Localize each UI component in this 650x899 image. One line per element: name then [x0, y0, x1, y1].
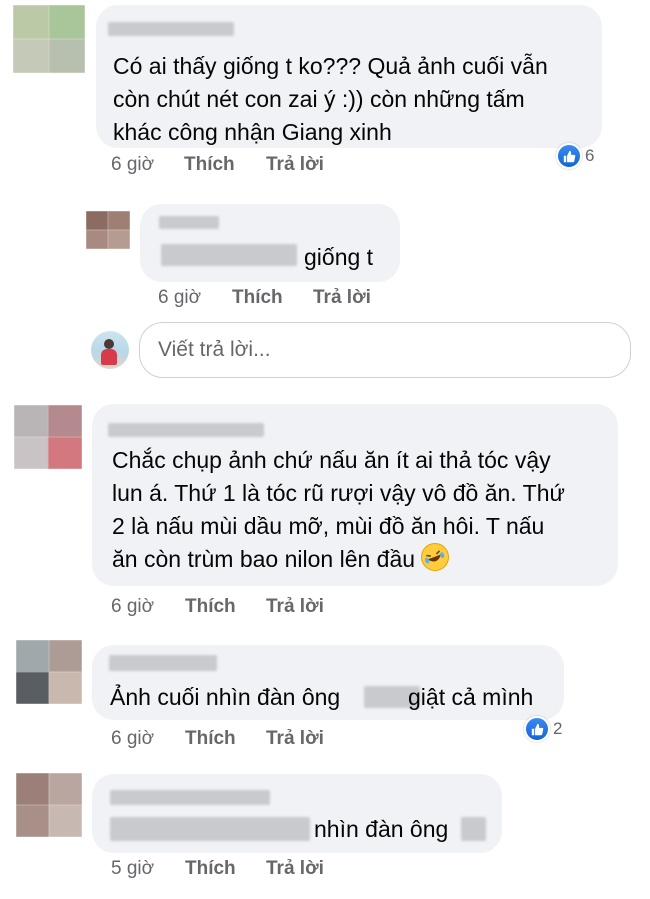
comment-time[interactable]: 5 giờ — [111, 858, 154, 880]
laughing-emoji-icon — [421, 543, 450, 571]
comment-text-span: ăn còn trùm bao nilon lên đầu — [112, 546, 416, 572]
comment-text-line: Có ai thấy giống t ko??? Quả ảnh cuối vẫ… — [113, 53, 548, 79]
like-link[interactable]: Thích — [184, 154, 235, 176]
like-link[interactable]: Thích — [232, 287, 283, 309]
user-avatar[interactable] — [91, 331, 129, 369]
commenter-name-redacted[interactable] — [108, 423, 264, 437]
like-link[interactable]: Thích — [185, 596, 236, 618]
comment-bubble: Chắc chụp ảnh chứ nấu ăn ít ai thả tóc v… — [92, 404, 618, 586]
redacted-text — [161, 244, 297, 266]
comment-text-line: lun á. Thứ 1 là tóc rũ rượi vậy vô đồ ăn… — [112, 480, 565, 506]
reply-link[interactable]: Trả lời — [266, 596, 324, 618]
reaction-count: 2 — [553, 719, 563, 738]
comment-time[interactable]: 6 giờ — [158, 287, 201, 309]
redacted-text — [110, 817, 310, 841]
avatar[interactable] — [86, 211, 130, 249]
redacted-text — [461, 817, 486, 841]
reaction-count: 6 — [585, 146, 595, 165]
commenter-name-redacted[interactable] — [108, 22, 234, 36]
comment-text-line: giật cả mình — [408, 684, 534, 710]
comment-text-line: ăn còn trùm bao nilon lên đầu — [112, 543, 450, 576]
commenter-name-redacted[interactable] — [109, 655, 217, 671]
avatar[interactable] — [16, 640, 82, 704]
comment-text-line: Chắc chụp ảnh chứ nấu ăn ít ai thả tóc v… — [112, 447, 551, 473]
reply-link[interactable]: Trả lời — [266, 728, 324, 750]
like-link[interactable]: Thích — [185, 858, 236, 880]
comment-bubble: nhìn đàn ông — [92, 774, 502, 853]
reply-box — [139, 322, 631, 378]
like-icon — [524, 716, 550, 742]
reply-input[interactable] — [140, 323, 630, 377]
comment-bubble: giống t — [140, 204, 400, 282]
comment-time[interactable]: 6 giờ — [111, 728, 154, 750]
avatar[interactable] — [14, 405, 82, 469]
comment-text-line: còn chút nét con zai ý :)) còn những tấm — [113, 86, 525, 112]
comment-time[interactable]: 6 giờ — [111, 154, 154, 176]
comment-bubble: Ảnh cuối nhìn đàn ông giật cả mình — [92, 645, 564, 720]
comment-text-line: khác công nhận Giang xinh — [113, 119, 392, 145]
comment-time[interactable]: 6 giờ — [111, 596, 154, 618]
like-link[interactable]: Thích — [185, 728, 236, 750]
reply-link[interactable]: Trả lời — [313, 287, 371, 309]
reply-link[interactable]: Trả lời — [266, 858, 324, 880]
avatar[interactable] — [13, 5, 85, 73]
comment-text-line: giống t — [304, 244, 374, 270]
like-icon — [556, 143, 582, 169]
avatar[interactable] — [16, 773, 82, 837]
commenter-name-redacted[interactable] — [159, 216, 219, 229]
comment-bubble: Có ai thấy giống t ko??? Quả ảnh cuối vẫ… — [96, 5, 602, 148]
commenter-name-redacted[interactable] — [110, 790, 270, 805]
comment-text-line: nhìn đàn ông — [314, 816, 449, 842]
reply-link[interactable]: Trả lời — [266, 154, 324, 176]
reaction-summary[interactable]: 2 — [524, 716, 562, 742]
comment-text-line: 2 là nấu mùi dầu mỡ, mùi đồ ăn hôi. T nấ… — [112, 513, 545, 539]
reaction-summary[interactable]: 6 — [556, 143, 594, 169]
comment-text-line: Ảnh cuối nhìn đàn ông — [110, 684, 341, 710]
